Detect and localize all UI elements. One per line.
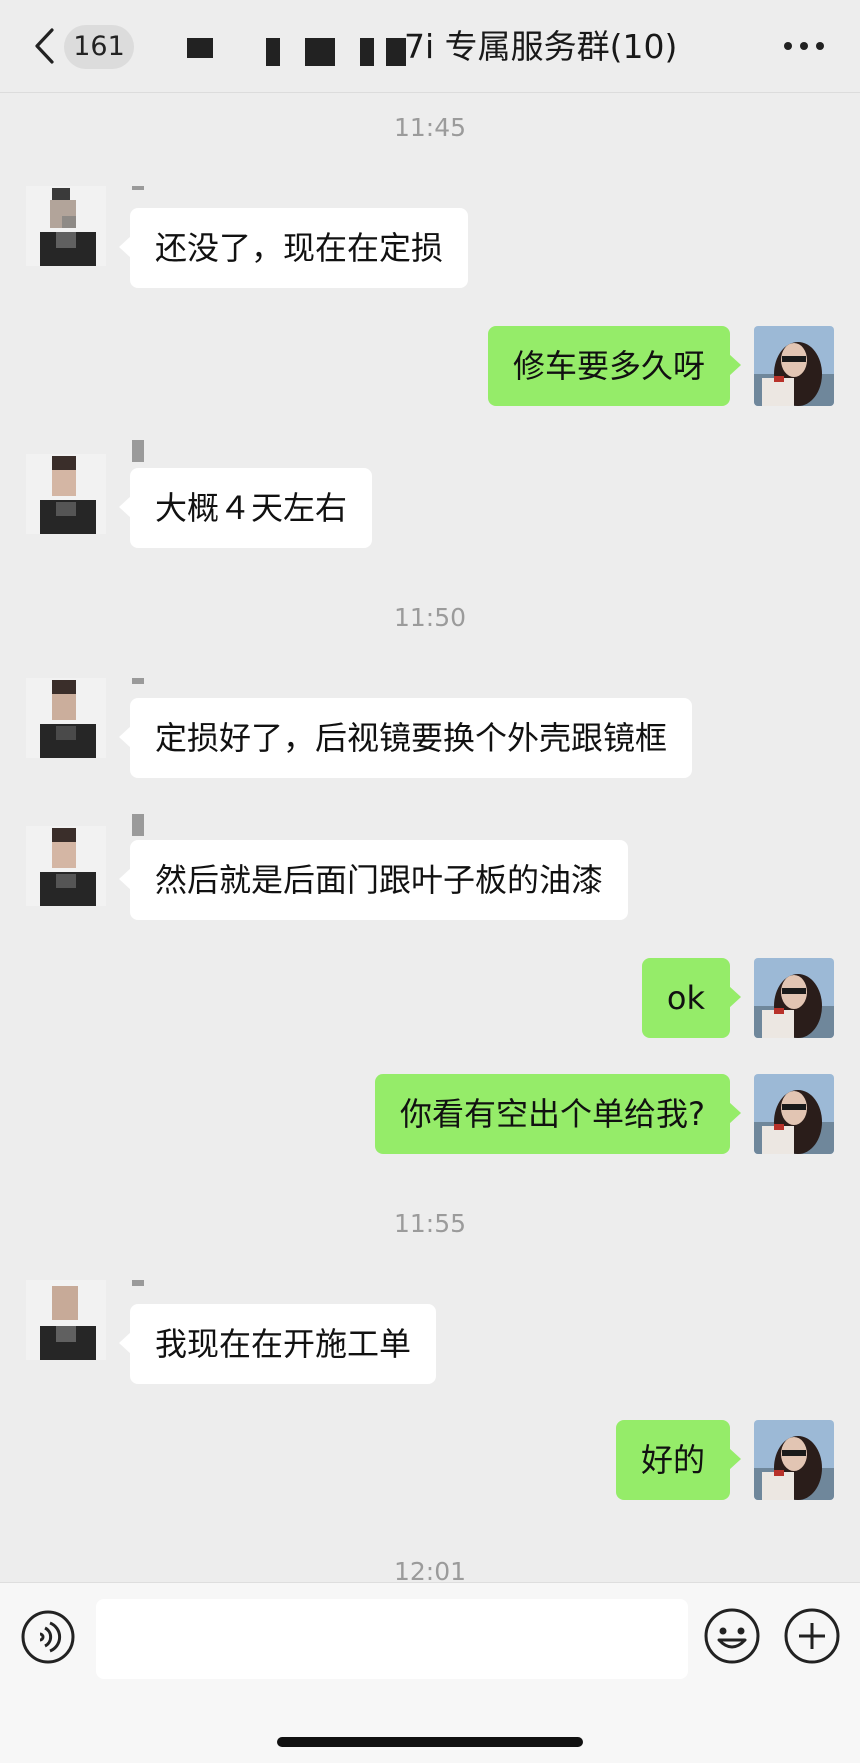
home-indicator — [277, 1737, 583, 1747]
message-bubble-outgoing[interactable]: 你看有空出个单给我? — [375, 1074, 741, 1154]
avatar[interactable] — [26, 1280, 106, 1360]
chat-header: 161 7i 专属服务群(10) — [0, 0, 860, 93]
message-bubble-incoming[interactable]: 大概４天左右 — [118, 468, 373, 548]
unread-count-badge[interactable]: 161 — [64, 25, 134, 69]
chat-title: 7i 专属服务群(10) — [404, 27, 678, 66]
avatar[interactable] — [26, 186, 106, 266]
title-mosaic — [266, 38, 280, 66]
message-bubble-incoming[interactable]: 还没了，现在在定损 — [118, 208, 469, 288]
nickname-mosaic — [132, 814, 144, 836]
title-mosaic — [187, 38, 213, 58]
nickname-mosaic — [132, 1280, 144, 1286]
avatar[interactable] — [26, 678, 106, 758]
message-bubble-incoming[interactable]: 我现在在开施工单 — [118, 1304, 437, 1384]
message-bubble-incoming[interactable]: 定损好了，后视镜要换个外壳跟镜框 — [118, 698, 693, 778]
title-mosaic — [360, 38, 374, 66]
self-avatar[interactable] — [754, 1074, 834, 1154]
chat-input-bar — [0, 1582, 860, 1763]
message-bubble-outgoing[interactable]: ok — [641, 958, 742, 1038]
message-bubble-incoming[interactable]: 然后就是后面门跟叶子板的油漆 — [118, 840, 629, 920]
message-bubble-outgoing[interactable]: 好的 — [615, 1420, 742, 1500]
title-mosaic — [386, 38, 406, 66]
voice-icon[interactable] — [20, 1609, 76, 1665]
timestamp: 11:50 — [393, 603, 467, 632]
avatar[interactable] — [26, 454, 106, 534]
self-avatar[interactable] — [754, 958, 834, 1038]
avatar[interactable] — [26, 826, 106, 906]
nickname-mosaic — [132, 186, 144, 190]
timestamp: 11:45 — [393, 113, 467, 142]
timestamp: 11:55 — [393, 1209, 467, 1238]
self-avatar[interactable] — [754, 326, 834, 406]
nickname-mosaic — [132, 678, 144, 684]
self-avatar[interactable] — [754, 1420, 834, 1500]
emoji-icon[interactable] — [703, 1607, 761, 1665]
more-dots-icon[interactable] — [782, 36, 826, 56]
message-bubble-outgoing[interactable]: 修车要多久呀 — [487, 326, 742, 406]
chevron-left-icon[interactable] — [32, 28, 60, 64]
plus-icon[interactable] — [783, 1607, 841, 1665]
message-input[interactable] — [96, 1599, 688, 1679]
title-mosaic — [305, 38, 335, 66]
nickname-mosaic — [132, 440, 144, 462]
